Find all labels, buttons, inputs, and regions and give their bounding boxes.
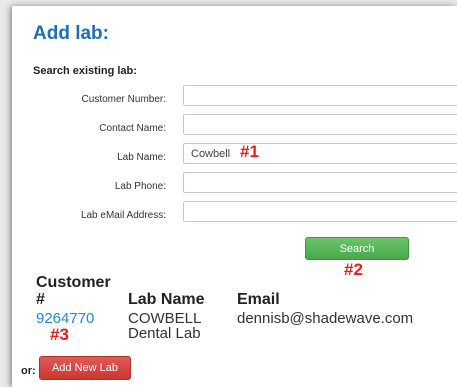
contact-name-input[interactable]	[183, 114, 457, 135]
annotation-2: #2	[344, 260, 363, 279]
column-header-email: Email	[237, 291, 280, 308]
search-section-title: Search existing lab:	[33, 65, 137, 77]
lab-name-line1: COWBELL	[128, 310, 202, 327]
lab-name-input[interactable]	[183, 143, 457, 164]
lab-name-cell: COWBELL Dental Lab	[128, 311, 201, 341]
lab-name-label: Lab Name:	[117, 152, 166, 163]
column-header-lab-name: Lab Name	[128, 291, 205, 308]
lab-phone-label: Lab Phone:	[114, 181, 166, 192]
customer-number-link[interactable]: 9264770	[36, 311, 94, 326]
annotation-1: #1	[240, 142, 259, 161]
or-label: or:	[21, 365, 36, 377]
annotation-3: #3	[50, 325, 69, 344]
lab-phone-input[interactable]	[183, 172, 457, 193]
column-header-customer-line2: #	[36, 291, 45, 308]
lab-email-input[interactable]	[183, 201, 457, 222]
customer-number-label: Customer Number:	[81, 94, 166, 105]
contact-name-label: Contact Name:	[99, 123, 166, 134]
add-lab-panel: Add lab: Search existing lab: Customer N…	[12, 6, 457, 387]
lab-email-label: Lab eMail Address:	[80, 210, 166, 221]
lab-name-line2: Dental Lab	[128, 325, 201, 342]
column-header-customer-line1: Customer	[36, 274, 111, 291]
column-header-customer: Customer #	[36, 274, 111, 308]
email-cell: dennisb@shadewave.com	[237, 310, 414, 327]
search-button[interactable]: Search	[305, 237, 409, 260]
customer-number-input[interactable]	[183, 85, 457, 106]
add-new-lab-button[interactable]: Add New Lab	[39, 356, 131, 380]
page-title: Add lab:	[33, 23, 109, 44]
